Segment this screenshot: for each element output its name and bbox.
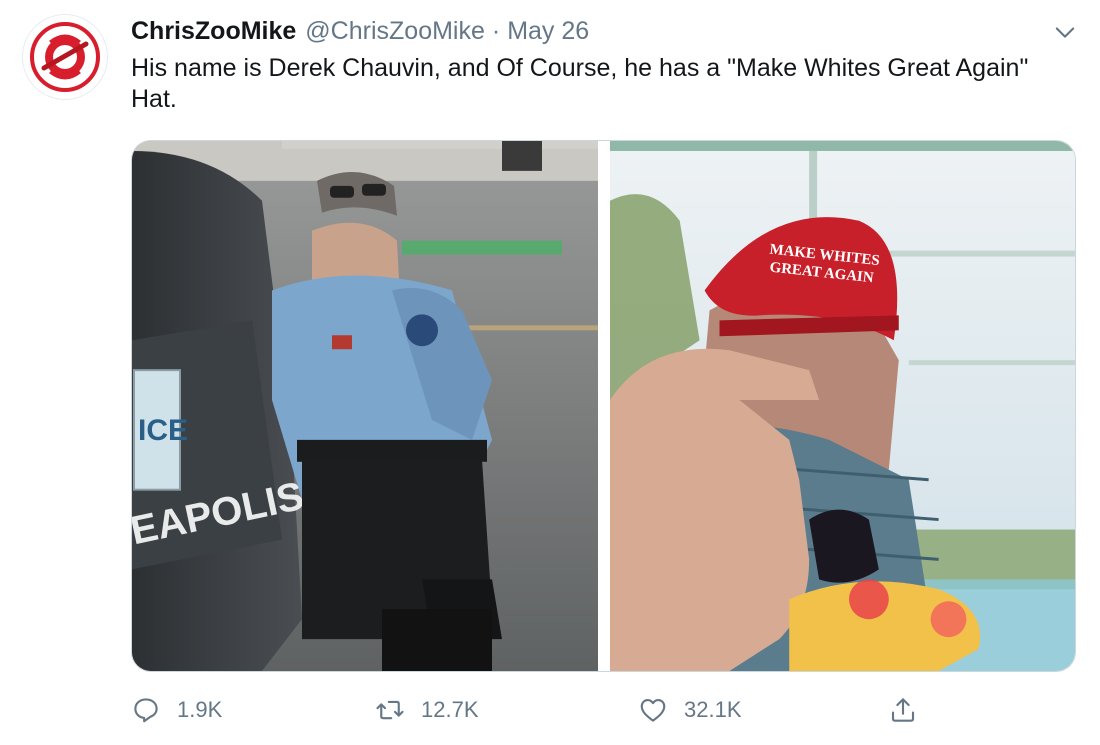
reply-button[interactable]: 1.9K [131,688,222,732]
reply-count: 1.9K [177,697,223,722]
retweet-button[interactable]: 12.7K [375,688,479,732]
photo-officer-kneeling[interactable]: ICE EAPOLIS [132,141,598,671]
separator-dot: · [491,16,501,45]
author-handle[interactable]: @ChrisZooMike [305,17,485,46]
heart-icon [640,698,666,722]
retweet-count: 12.7K [421,697,479,722]
share-button[interactable] [888,688,934,732]
like-button[interactable]: 32.1K [638,688,742,732]
share-icon [891,698,915,722]
tweet-header: ChrisZooMike @ChrisZooMike · May 26 [131,14,589,48]
tweet-actions: 1.9K 12.7K 32.1K [131,688,931,732]
avatar[interactable] [22,14,108,100]
plate-text: ICE [138,414,188,447]
photo-man-in-red-cap[interactable]: MAKE WHITES GREAT AGAIN [610,141,1075,671]
chevron-down-icon[interactable] [1051,18,1079,46]
tweet-date[interactable]: May 26 [507,17,589,46]
chriszoomike-logo-icon [30,22,100,92]
reply-icon [134,698,158,723]
like-count: 32.1K [684,697,742,722]
retweet-icon [376,700,404,720]
media-divider [598,141,610,671]
author-display-name[interactable]: ChrisZooMike [131,17,296,46]
tweet-text: His name is Derek Chauvin, and Of Course… [131,54,1029,113]
media-grid: ICE EAPOLIS MAKE WHITES GREAT AGAIN [131,140,1076,672]
